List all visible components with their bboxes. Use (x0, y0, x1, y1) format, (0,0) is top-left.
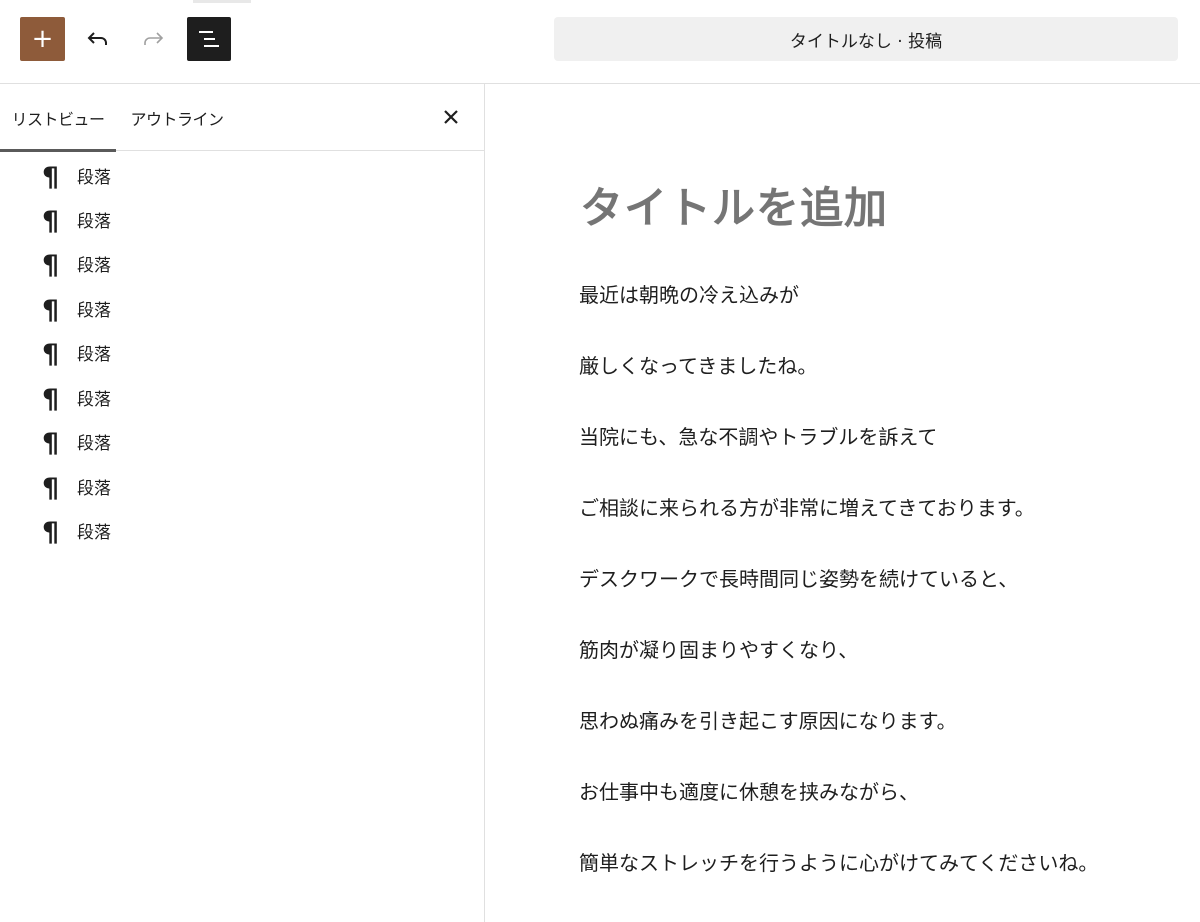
tab-list-view[interactable]: リストビュー (0, 84, 116, 152)
list-view-icon (199, 31, 219, 47)
paragraph-icon: ¶ (42, 384, 60, 415)
list-view-button[interactable] (187, 17, 231, 61)
list-item-label: 段落 (77, 523, 111, 543)
list-item-label: 段落 (77, 479, 111, 499)
paragraph-block[interactable]: ご相談に来られる方が非常に増えてきております。 (579, 494, 1035, 522)
paragraph-icon: ¶ (42, 428, 60, 459)
tab-outline[interactable]: アウトライン (126, 84, 228, 151)
paragraph-block[interactable]: 厳しくなってきましたね。 (579, 352, 817, 380)
paragraph-icon: ¶ (42, 517, 60, 548)
list-item[interactable]: ¶ 段落 (0, 333, 484, 377)
list-item-label: 段落 (77, 212, 111, 232)
close-sidebar-button[interactable] (432, 98, 470, 136)
document-title-bar[interactable]: タイトルなし · 投稿 (554, 17, 1178, 61)
list-view-sidebar: リストビュー アウトライン ¶ 段落 ¶ 段落 ¶ 段落 ¶ 段落 ¶ 段落 ¶… (0, 84, 485, 922)
editor-canvas: タイトルを追加 最近は朝晩の冷え込みが 厳しくなってきましたね。 当院にも、急な… (486, 84, 1200, 922)
undo-button[interactable] (76, 17, 120, 61)
paragraph-icon: ¶ (42, 206, 60, 237)
list-item-label: 段落 (77, 168, 111, 188)
list-item[interactable]: ¶ 段落 (0, 422, 484, 466)
paragraph-block[interactable]: 簡単なストレッチを行うように心がけてみてくださいね。 (579, 849, 1098, 877)
paragraph-block[interactable]: 筋肉が凝り固まりやすくなり、 (579, 636, 858, 664)
paragraph-block[interactable]: 思わぬ痛みを引き起こす原因になります。 (579, 707, 957, 735)
list-item-label: 段落 (77, 301, 111, 321)
paragraph-block[interactable]: デスクワークで長時間同じ姿勢を続けていると、 (579, 565, 1018, 593)
editor-header: + タイトルなし · 投稿 (0, 0, 1200, 84)
header-indicator (193, 0, 251, 3)
add-block-button[interactable]: + (20, 17, 65, 61)
plus-icon: + (31, 24, 54, 54)
list-item[interactable]: ¶ 段落 (0, 511, 484, 555)
list-item[interactable]: ¶ 段落 (0, 200, 484, 244)
list-item[interactable]: ¶ 段落 (0, 156, 484, 200)
redo-button[interactable] (131, 17, 175, 61)
post-title-input[interactable]: タイトルを追加 (580, 174, 888, 236)
undo-icon (87, 32, 107, 45)
paragraph-icon: ¶ (42, 339, 60, 370)
list-item[interactable]: ¶ 段落 (0, 244, 484, 288)
paragraph-icon: ¶ (42, 162, 60, 193)
list-item[interactable]: ¶ 段落 (0, 378, 484, 422)
list-item-label: 段落 (77, 256, 111, 276)
paragraph-icon: ¶ (42, 295, 60, 326)
document-title: タイトルなし · 投稿 (789, 31, 943, 52)
paragraph-icon: ¶ (42, 473, 60, 504)
redo-icon (144, 32, 164, 45)
paragraph-block[interactable]: お仕事中も適度に休憩を挟みながら、 (579, 778, 919, 806)
close-icon (444, 110, 458, 124)
list-item-label: 段落 (77, 390, 111, 410)
paragraph-block[interactable]: 最近は朝晩の冷え込みが (579, 281, 799, 309)
list-item-label: 段落 (77, 345, 111, 365)
sidebar-tabs: リストビュー アウトライン (0, 84, 484, 152)
list-item[interactable]: ¶ 段落 (0, 467, 484, 511)
paragraph-icon: ¶ (42, 250, 60, 281)
list-item[interactable]: ¶ 段落 (0, 289, 484, 333)
list-item-label: 段落 (77, 434, 111, 454)
paragraph-block[interactable]: 当院にも、急な不調やトラブルを訴えて (579, 423, 937, 451)
